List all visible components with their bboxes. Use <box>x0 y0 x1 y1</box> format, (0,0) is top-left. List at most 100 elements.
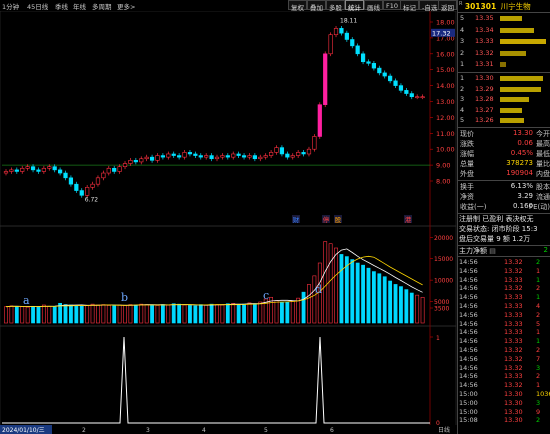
tick-time: 14:56 <box>459 266 478 275</box>
volume-bar <box>290 300 295 324</box>
fund-flow-row[interactable]: 主力净额 ▤ 2 <box>459 246 550 256</box>
sell-level-2[interactable]: 2 13.32 <box>458 49 550 58</box>
candle <box>122 161 128 170</box>
adjust-button[interactable]: 复权 <box>288 0 307 12</box>
candle-body <box>360 53 366 63</box>
candle-body <box>52 166 57 171</box>
volume-bar <box>47 305 52 324</box>
indicator-line <box>2 336 430 424</box>
quarter-line-button[interactable]: 季线 <box>55 1 68 11</box>
volume-bar <box>285 301 290 324</box>
tick-volume: 4 <box>536 302 541 310</box>
multi-stock-button[interactable]: 多股 <box>326 0 345 12</box>
volume-bar <box>96 304 100 324</box>
back-button[interactable]: 返回 <box>438 0 457 12</box>
tick-row: 14:56 13.32 2 <box>458 258 550 267</box>
low-price-label: 6.72 <box>85 196 99 203</box>
draw-line-button[interactable]: 画线 <box>364 0 383 12</box>
volume-bar <box>371 271 376 324</box>
volume-bar <box>209 303 214 324</box>
sell-level-price: 13.33 <box>475 37 494 45</box>
stock-header: R 301301 川宁生物 <box>459 1 550 11</box>
sell-level-1[interactable]: 1 13.31 <box>458 60 550 69</box>
buy-level-label: 4 <box>460 105 465 114</box>
volume-bar <box>420 296 425 324</box>
ma45-button[interactable]: 45日线 <box>27 1 48 11</box>
stats-button[interactable]: 统计 <box>345 0 364 12</box>
volume-bar <box>171 303 176 324</box>
candle <box>290 153 295 160</box>
candle-body <box>95 177 101 185</box>
price-tick-label: 8.00 <box>436 178 450 186</box>
candle-body <box>177 155 182 158</box>
volume-bar <box>9 305 14 324</box>
buy-level-2[interactable]: 2 13.29 <box>458 85 550 94</box>
sell-level-label: 1 <box>460 60 465 68</box>
candle <box>393 78 398 88</box>
buy-level-1[interactable]: 1 13.30 <box>458 74 550 83</box>
sell-level-4[interactable]: 4 13.34 <box>458 26 550 35</box>
year-line-button[interactable]: 年线 <box>73 1 86 11</box>
volume-tick-label: 20000 <box>434 235 453 242</box>
candle-body <box>63 172 68 179</box>
tick-row: 14:56 13.32 2 <box>458 284 550 293</box>
buy-level-label: 5 <box>460 116 465 124</box>
tick-volume: 1036 <box>536 390 550 398</box>
volume-bar <box>296 297 301 324</box>
stat-change-pct: 涨幅 0.45% 最低 <box>460 149 550 158</box>
annotation-label-c: c <box>263 289 269 302</box>
multi-period-button[interactable]: 多周期 <box>92 1 112 11</box>
sell-level-5[interactable]: 5 13.35 <box>458 14 550 23</box>
candle-body <box>122 163 128 167</box>
kline-chart[interactable]: 18.116.72 18.0017.0016.0015.0014.0013.00… <box>0 11 457 434</box>
more-button[interactable]: 更多> <box>117 1 135 11</box>
buy-level-price: 13.26 <box>475 116 494 124</box>
volume-bar <box>188 305 192 324</box>
mark-button[interactable]: 标记 <box>400 0 419 12</box>
sell-level-bar <box>500 50 527 56</box>
volume-bars <box>4 241 425 324</box>
indicator-axis-label: 1 <box>436 335 440 342</box>
candle <box>90 181 95 190</box>
candle <box>171 151 176 158</box>
volume-bar <box>415 294 420 324</box>
buy-level-5[interactable]: 5 13.26 <box>458 116 550 125</box>
indicator-panel-frame <box>0 325 457 431</box>
tick-price: 13.33 <box>504 328 523 337</box>
tick-volume: 1 <box>536 337 541 346</box>
buy-level-4[interactable]: 4 13.27 <box>458 106 550 115</box>
candle <box>355 43 360 57</box>
candle <box>388 73 393 84</box>
candle <box>312 134 317 152</box>
candle <box>58 167 63 176</box>
candle <box>182 149 187 160</box>
sell-level-label: 3 <box>460 37 465 45</box>
candle-body <box>333 28 339 36</box>
candle-body <box>204 155 209 158</box>
stat-price: 现价 13.30 今开 <box>460 129 550 138</box>
candle <box>187 149 193 157</box>
volume-bar <box>225 303 230 324</box>
overlay-button[interactable]: 叠加 <box>307 0 326 12</box>
volume-bar <box>198 304 203 324</box>
volume-bar <box>36 306 41 324</box>
period-1min-button[interactable]: 1分钟 <box>2 1 19 11</box>
candle <box>225 153 230 160</box>
sell-level-price: 13.34 <box>475 25 494 34</box>
tick-row: 14:56 13.32 1 <box>458 267 550 276</box>
tick-volume: 1 <box>536 328 541 337</box>
candle <box>279 145 285 157</box>
candle <box>209 153 214 162</box>
tick-price: 13.30 <box>504 416 523 425</box>
candle-body <box>377 67 382 74</box>
candle-body <box>117 166 122 172</box>
sell-level-3[interactable]: 3 13.33 <box>458 37 550 46</box>
info-line-2: 交易状态: 闭市阶段 15:3 <box>459 225 538 233</box>
buy-level-3[interactable]: 3 13.28 <box>458 95 550 104</box>
sell-level-bar <box>500 39 546 44</box>
volume-bar <box>334 247 338 324</box>
f10-button[interactable]: F10 <box>383 0 402 10</box>
volume-bar <box>52 306 57 324</box>
tick-volume: 2 <box>536 346 541 354</box>
candle <box>193 151 198 158</box>
